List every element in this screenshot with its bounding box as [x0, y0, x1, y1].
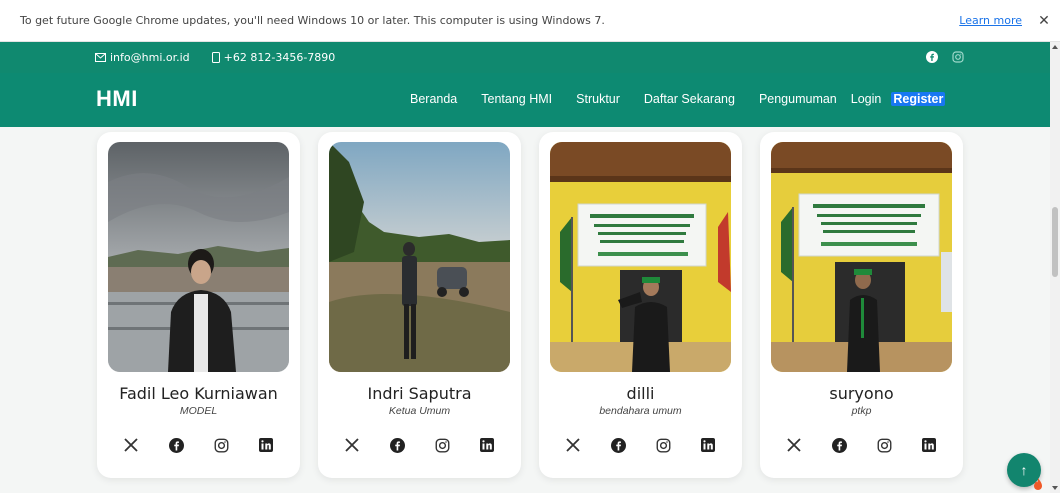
x-icon[interactable] — [564, 436, 582, 454]
member-photo — [771, 142, 952, 372]
linkedin-icon[interactable] — [699, 436, 717, 454]
nav-login[interactable]: Login — [851, 92, 882, 106]
learn-more-link[interactable]: Learn more — [959, 14, 1022, 27]
x-icon[interactable] — [343, 436, 361, 454]
facebook-icon[interactable] — [926, 51, 938, 63]
instagram-icon[interactable] — [433, 436, 451, 454]
facebook-icon[interactable] — [609, 436, 627, 454]
member-social-links — [539, 436, 742, 454]
member-name: suryono — [829, 384, 894, 403]
main-navbar: HMI Beranda Tentang HMI Struktur Daftar … — [0, 73, 1050, 127]
nav-struktur[interactable]: Struktur — [576, 92, 620, 106]
instagram-icon[interactable] — [654, 436, 672, 454]
email-contact[interactable]: info@hmi.or.id — [95, 51, 190, 64]
nav-daftar-sekarang[interactable]: Daftar Sekarang — [644, 92, 735, 106]
nav-pengumuman[interactable]: Pengumuman — [759, 92, 837, 106]
member-cards: Fadil Leo Kurniawan MODEL Indri Saputra … — [97, 132, 963, 478]
member-card: dilli bendahara umum — [539, 132, 742, 478]
phone-icon — [211, 52, 220, 63]
scroll-down-arrow-icon[interactable] — [1052, 486, 1058, 490]
phone-text: +62 812-3456-7890 — [223, 51, 336, 64]
instagram-icon[interactable] — [875, 436, 893, 454]
brand-logo[interactable]: HMI — [96, 86, 138, 112]
member-card: Indri Saputra Ketua Umum — [318, 132, 521, 478]
member-social-links — [318, 436, 521, 454]
scrollbar-thumb[interactable] — [1052, 207, 1058, 277]
member-role: bendahara umum — [599, 405, 682, 417]
nav-register-button[interactable]: Register — [891, 92, 946, 106]
facebook-icon[interactable] — [388, 436, 406, 454]
linkedin-icon[interactable] — [257, 436, 275, 454]
member-card: Fadil Leo Kurniawan MODEL — [97, 132, 300, 478]
facebook-icon[interactable] — [830, 436, 848, 454]
close-icon[interactable]: ✕ — [1036, 12, 1052, 29]
instagram-icon[interactable] — [212, 436, 230, 454]
mail-icon — [95, 53, 106, 62]
nav-tentang-hmi[interactable]: Tentang HMI — [481, 92, 552, 106]
phone-contact[interactable]: +62 812-3456-7890 — [211, 51, 336, 64]
member-role: ptkp — [851, 405, 872, 417]
member-social-links — [760, 436, 963, 454]
member-photo — [550, 142, 731, 372]
instagram-icon[interactable] — [952, 51, 964, 63]
chrome-update-infobar: To get future Google Chrome updates, you… — [0, 0, 1060, 42]
member-role: Ketua Umum — [388, 405, 451, 417]
arrow-up-icon: ↑ — [1020, 462, 1028, 478]
member-role: MODEL — [179, 405, 218, 417]
member-card: suryono ptkp — [760, 132, 963, 478]
x-icon[interactable] — [785, 436, 803, 454]
member-photo — [329, 142, 510, 372]
facebook-icon[interactable] — [167, 436, 185, 454]
linkedin-icon[interactable] — [920, 436, 938, 454]
infobar-message: To get future Google Chrome updates, you… — [20, 14, 605, 27]
top-contact-bar: info@hmi.or.id +62 812-3456-7890 — [0, 42, 1050, 73]
member-social-links — [97, 436, 300, 454]
scroll-up-arrow-icon[interactable] — [1052, 45, 1058, 49]
flame-icon — [1034, 478, 1042, 490]
nav-beranda[interactable]: Beranda — [410, 92, 457, 106]
page-scrollbar[interactable] — [1050, 42, 1060, 493]
x-icon[interactable] — [122, 436, 140, 454]
member-name: dilli — [626, 384, 655, 403]
linkedin-icon[interactable] — [478, 436, 496, 454]
member-name: Indri Saputra — [367, 384, 472, 403]
nav-menu: Beranda Tentang HMI Struktur Daftar Seka… — [410, 92, 946, 106]
member-photo — [108, 142, 289, 372]
member-name: Fadil Leo Kurniawan — [119, 384, 278, 403]
email-text: info@hmi.or.id — [110, 51, 190, 64]
